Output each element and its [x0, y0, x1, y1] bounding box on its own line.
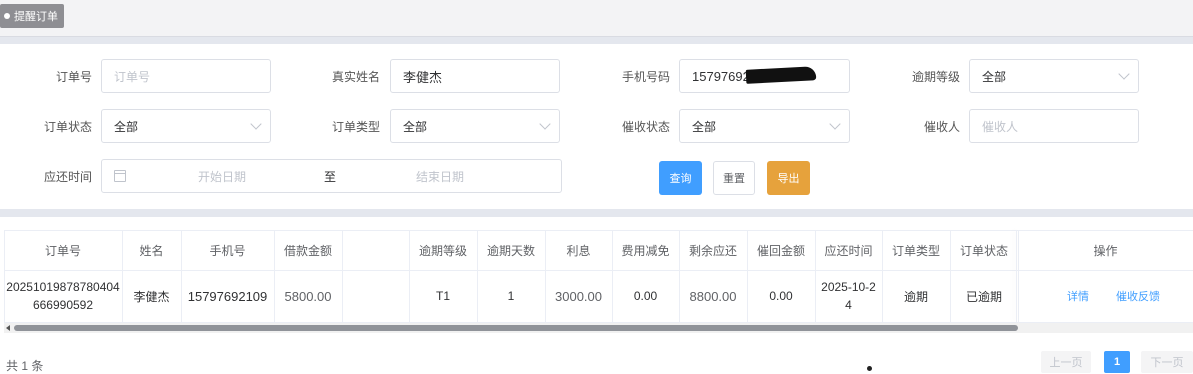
due-time-label: 应还时间 — [43, 170, 92, 184]
next-page-button[interactable]: 下一页 — [1141, 351, 1193, 373]
reset-button[interactable]: 重置 — [713, 161, 755, 195]
table-cell: 李健杰 — [133, 289, 170, 304]
table-header-cell: 姓名 — [139, 243, 164, 258]
collection-status-label: 催收状态 — [621, 120, 670, 134]
table-header-cell: 订单类型 — [891, 243, 940, 258]
order-type-value: 全部 — [403, 119, 428, 134]
real-name-value: 李健杰 — [403, 69, 443, 85]
table-header-cell: 操作 — [1093, 243, 1118, 258]
table-cell: 1 — [507, 289, 515, 303]
chevron-down-icon — [829, 118, 841, 130]
table-header-cell: 催回金额 — [756, 243, 805, 258]
total-count: 共 1 条 — [6, 359, 44, 373]
collection-feedback-link[interactable]: 催收反馈 — [1110, 270, 1166, 322]
collector-input[interactable]: 催收人 — [969, 109, 1139, 143]
table-cell: 0.00 — [769, 289, 793, 303]
calendar-icon — [114, 170, 126, 182]
end-date-placeholder: 结束日期 — [416, 169, 465, 184]
real-name-input[interactable]: 李健杰 — [390, 59, 560, 93]
order-status-select[interactable]: 全部 — [101, 109, 271, 143]
tab-label: 提醒订单 — [14, 11, 58, 23]
collection-status-value: 全部 — [692, 119, 717, 134]
collector-label: 催收人 — [923, 120, 960, 134]
active-dot-icon — [4, 13, 10, 19]
prev-page-button[interactable]: 上一页 — [1041, 351, 1091, 373]
phone-label: 手机号码 — [621, 70, 670, 84]
redaction-mark — [745, 66, 817, 84]
chevron-down-icon — [539, 118, 551, 130]
overdue-level-select[interactable]: 全部 — [969, 59, 1139, 93]
start-date-placeholder: 开始日期 — [198, 169, 247, 184]
tab-bar: 提醒订单 — [0, 0, 1193, 36]
table-header-cell: 手机号 — [209, 243, 246, 258]
order-no-input[interactable]: 订单号 — [101, 59, 271, 93]
table-cell: 逾期 — [903, 289, 928, 304]
collection-status-select[interactable]: 全部 — [679, 109, 850, 143]
table-cell: 2025-10-24 — [821, 280, 876, 312]
page-number-button[interactable]: 1 — [1104, 351, 1130, 373]
scroll-left-icon[interactable] — [6, 325, 10, 331]
table-header-cell: 订单号 — [44, 243, 81, 258]
overdue-level-label: 逾期等级 — [911, 70, 960, 84]
real-name-label: 真实姓名 — [331, 70, 380, 84]
range-separator: 至 — [324, 169, 337, 184]
phone-input[interactable]: 15797692109 — [679, 59, 850, 93]
order-no-placeholder: 订单号 — [114, 69, 151, 84]
table-cell: 20251019878780404666990592 — [6, 280, 120, 312]
table-header-cell: 订单状态 — [959, 243, 1008, 258]
collector-placeholder: 催收人 — [982, 119, 1019, 134]
table-cell: 0.00 — [633, 289, 658, 303]
chevron-down-icon — [250, 118, 262, 130]
order-status-value: 全部 — [114, 119, 139, 134]
table-header-cell: 剩余应还 — [688, 243, 737, 258]
table-cell — [342, 270, 409, 322]
order-no-label: 订单号 — [55, 70, 92, 84]
order-type-select[interactable]: 全部 — [390, 109, 560, 143]
table-cell: 已逾期 — [965, 289, 1002, 304]
table-header-cell: 借款金额 — [283, 243, 332, 258]
table-cell: T1 — [435, 289, 450, 303]
detail-link[interactable]: 详情 — [1058, 270, 1098, 322]
table-header-cell: 费用减免 — [621, 243, 670, 258]
table-header-cell: 应还时间 — [824, 243, 873, 258]
table-header-cell: 逾期天数 — [486, 243, 535, 258]
stray-dot — [867, 366, 872, 371]
export-button[interactable]: 导出 — [767, 161, 810, 195]
chevron-down-icon — [1118, 68, 1130, 80]
table-header-cell: 逾期等级 — [418, 243, 467, 258]
table-cell: 3000.00 — [555, 288, 602, 304]
section-divider — [0, 209, 1193, 217]
table-header-cell — [342, 230, 409, 270]
due-time-range[interactable]: 开始日期 至 结束日期 — [101, 159, 562, 193]
tab-remind-orders[interactable]: 提醒订单 — [0, 4, 64, 28]
table-cell: 15797692109 — [187, 288, 268, 304]
order-status-label: 订单状态 — [43, 120, 92, 134]
fixed-column-shadow — [1016, 230, 1017, 322]
query-button[interactable]: 查询 — [659, 161, 702, 195]
scrollbar-thumb[interactable] — [14, 325, 1018, 331]
table-cell: 5800.00 — [284, 288, 332, 304]
table-cell: 8800.00 — [689, 288, 737, 304]
section-divider — [0, 36, 1193, 44]
table-header-cell: 利息 — [566, 243, 591, 258]
order-type-label: 订单类型 — [331, 120, 380, 134]
overdue-level-value: 全部 — [982, 69, 1007, 84]
